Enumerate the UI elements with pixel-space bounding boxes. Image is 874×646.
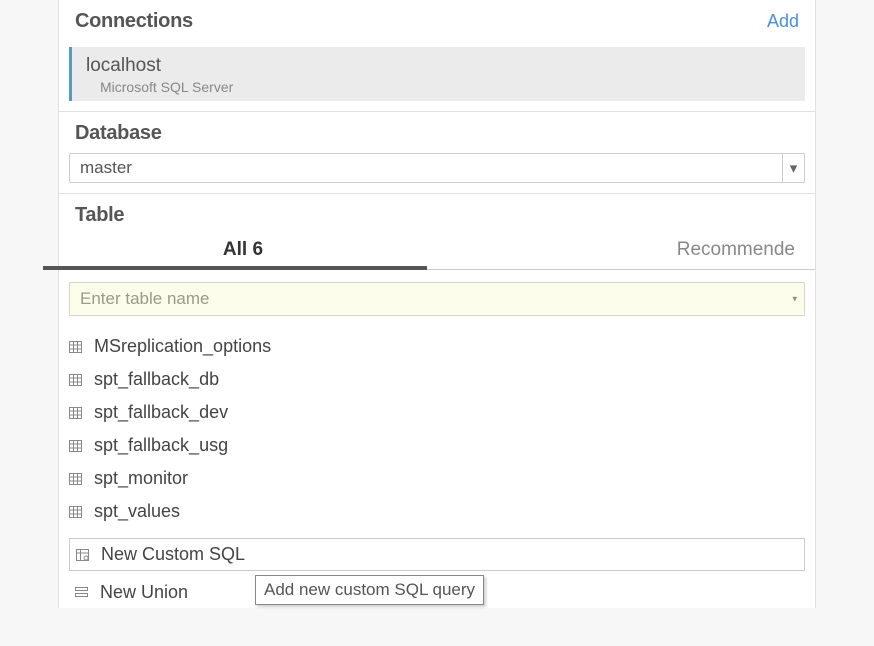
custom-sql-label: New Custom SQL xyxy=(101,544,245,565)
union-icon xyxy=(75,587,88,599)
table-icon xyxy=(69,506,82,518)
table-row[interactable]: spt_fallback_dev xyxy=(69,396,805,429)
new-custom-sql-button[interactable]: New Custom SQL xyxy=(69,538,805,571)
table-name: spt_values xyxy=(94,501,180,522)
table-row[interactable]: spt_monitor xyxy=(69,462,805,495)
table-search-row: ▾ xyxy=(69,282,805,316)
table-header: Table xyxy=(59,194,815,233)
tab-recommended-label: Recommende xyxy=(677,239,795,260)
connection-type: Microsoft SQL Server xyxy=(86,79,791,95)
connections-header: Connections Add xyxy=(59,0,815,43)
table-name: spt_monitor xyxy=(94,468,188,489)
chevron-down-icon: ▾ xyxy=(790,159,798,177)
tooltip: Add new custom SQL query xyxy=(255,575,484,605)
tab-all-label: All xyxy=(223,239,247,260)
custom-sql-icon xyxy=(76,549,89,561)
table-row[interactable]: spt_fallback_db xyxy=(69,363,805,396)
table-section: Table All 6 Recommende ▾ MSreplication_o… xyxy=(58,194,816,608)
table-name: spt_fallback_db xyxy=(94,369,219,390)
tab-all[interactable]: All 6 xyxy=(59,233,427,269)
table-tabs: All 6 Recommende xyxy=(59,233,815,270)
connections-section: Connections Add localhost Microsoft SQL … xyxy=(58,0,816,112)
new-union-button[interactable]: New Union Add new custom SQL query xyxy=(69,577,805,608)
database-section: Database master ▾ xyxy=(58,112,816,194)
tab-recommended[interactable]: Recommende xyxy=(427,233,815,269)
table-name: MSreplication_options xyxy=(94,336,271,357)
add-connection-link[interactable]: Add xyxy=(767,11,799,32)
table-icon xyxy=(69,374,82,386)
table-row[interactable]: spt_values xyxy=(69,495,805,528)
table-row[interactable]: MSreplication_options xyxy=(69,330,805,363)
table-name: spt_fallback_dev xyxy=(94,402,228,423)
database-dropdown-button[interactable]: ▾ xyxy=(782,154,804,182)
database-title: Database xyxy=(75,122,799,145)
table-icon xyxy=(69,407,82,419)
database-header: Database xyxy=(59,112,815,153)
table-title: Table xyxy=(75,204,799,227)
database-select[interactable]: master ▾ xyxy=(69,153,805,183)
connection-name: localhost xyxy=(86,55,791,77)
connections-title: Connections xyxy=(75,10,193,33)
table-list: MSreplication_options spt_fallback_db sp… xyxy=(59,326,815,532)
database-select-value: master xyxy=(70,158,782,178)
table-name: spt_fallback_usg xyxy=(94,435,228,456)
new-union-label: New Union xyxy=(100,582,188,603)
table-icon xyxy=(69,473,82,485)
table-search-input[interactable] xyxy=(69,282,805,316)
table-row[interactable]: spt_fallback_usg xyxy=(69,429,805,462)
connection-item[interactable]: localhost Microsoft SQL Server xyxy=(69,47,805,101)
table-icon xyxy=(69,440,82,452)
table-icon xyxy=(69,341,82,353)
tab-all-count: 6 xyxy=(252,239,263,260)
